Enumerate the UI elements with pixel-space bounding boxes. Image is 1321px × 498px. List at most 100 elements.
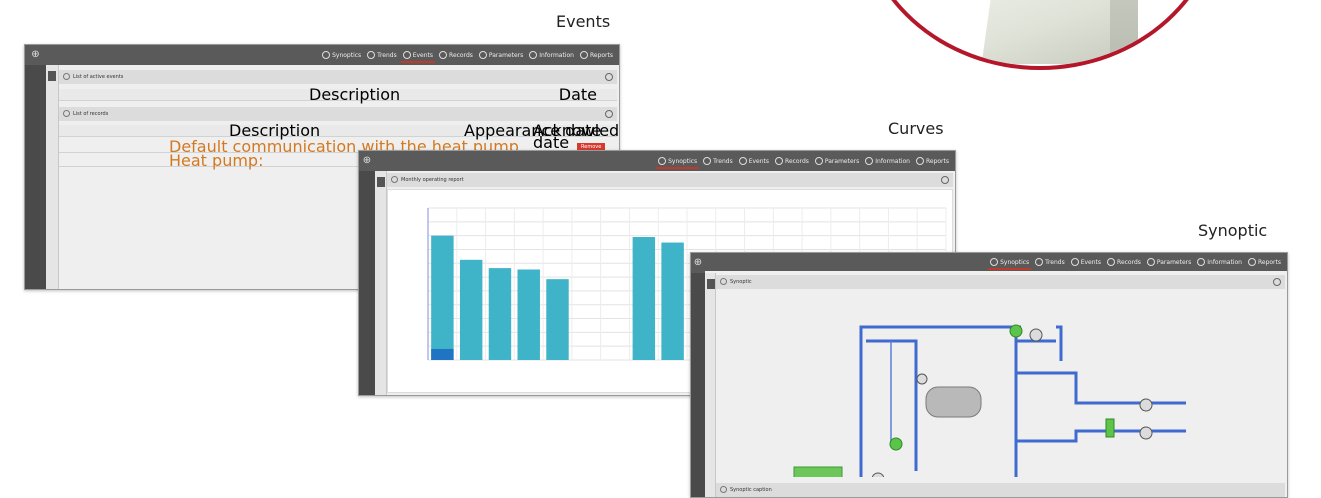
parameters-icon <box>478 51 487 59</box>
pump-icon[interactable] <box>1009 324 1023 338</box>
nav-tabs: Synoptics Trends Events Records Paramete… <box>320 45 615 65</box>
pump-icon[interactable] <box>889 437 903 451</box>
reports-icon <box>1247 258 1256 266</box>
bar[interactable] <box>632 237 656 360</box>
tab-parameters[interactable]: Parameters <box>477 45 525 65</box>
reports-icon <box>579 51 588 59</box>
tab-events[interactable]: Events <box>737 151 771 171</box>
window-left-rail: ⊕ <box>359 151 375 395</box>
tab-label: Trends <box>377 51 397 59</box>
bar-segment[interactable] <box>431 348 454 360</box>
bar[interactable] <box>661 242 684 360</box>
parameters-icon <box>814 157 823 165</box>
synoptics-icon <box>322 51 331 59</box>
tab-trends[interactable]: Trends <box>701 151 735 171</box>
tab-reports[interactable]: Reports <box>1246 253 1283 272</box>
tab-synoptics[interactable]: Synoptics <box>320 45 363 65</box>
report-header: Monthly operating report <box>387 173 953 187</box>
tab-trends[interactable]: Trends <box>365 45 399 65</box>
collapse-icon[interactable] <box>720 278 727 285</box>
product-badge <box>858 0 1222 70</box>
section-title: Synoptic caption <box>730 487 772 493</box>
valve-icon[interactable] <box>1139 398 1153 412</box>
side-toolbar <box>46 65 59 289</box>
section-title: List of records <box>73 111 109 117</box>
bar[interactable] <box>517 269 540 360</box>
records-icon <box>1107 258 1116 266</box>
tab-reports[interactable]: Reports <box>578 45 615 65</box>
tab-trends[interactable]: Trends <box>1033 253 1067 272</box>
heat-exchanger-icon[interactable] <box>1105 418 1115 438</box>
valve-icon[interactable] <box>1139 426 1153 440</box>
valve-icon[interactable] <box>1029 328 1043 342</box>
tab-information[interactable]: Information <box>863 151 912 171</box>
top-nav-bar: Synoptics Trends Events Records Paramete… <box>375 151 955 171</box>
tab-events[interactable]: Events <box>400 45 436 65</box>
chiller-unit[interactable] <box>793 466 843 477</box>
tab-information[interactable]: Information <box>1195 253 1244 272</box>
bar[interactable] <box>459 259 483 360</box>
top-nav-bar: Synoptics Trends Events Records Paramete… <box>46 45 619 65</box>
menu-toggle-icon[interactable]: ⊕ <box>691 253 705 273</box>
tab-records[interactable]: Records <box>1105 253 1143 272</box>
tab-parameters[interactable]: Parameters <box>813 151 861 171</box>
tab-label: Records <box>449 51 473 59</box>
tab-label: Events <box>1080 258 1102 266</box>
tab-synoptics[interactable]: Synoptics <box>988 253 1032 272</box>
info-icon[interactable] <box>1273 278 1281 286</box>
menu-toggle-icon[interactable]: ⊕ <box>359 151 375 171</box>
collapse-icon[interactable] <box>720 486 727 493</box>
section-title: List of active events <box>73 74 124 80</box>
tab-label: Events <box>412 51 434 59</box>
pipe-return <box>1014 327 1018 477</box>
tab-label: Parameters <box>824 157 860 165</box>
user-icon[interactable] <box>48 71 56 81</box>
collapse-icon[interactable] <box>391 176 398 183</box>
tab-records[interactable]: Records <box>437 45 475 65</box>
synoptic-caption-header: Synoptic caption <box>716 483 1285 497</box>
tab-label: Synoptics <box>332 51 362 59</box>
product-cabinet-side <box>1110 0 1138 66</box>
bar[interactable] <box>546 279 569 360</box>
tab-events[interactable]: Events <box>1069 253 1103 272</box>
bar[interactable] <box>488 268 512 360</box>
hydraulic-diagram <box>793 324 1186 477</box>
events-column-header: Description Date <box>59 87 617 103</box>
synoptic-canvas <box>716 291 1285 477</box>
valve-icon[interactable] <box>871 472 885 477</box>
user-icon[interactable] <box>377 177 385 187</box>
menu-toggle-icon[interactable]: ⊕ <box>25 45 46 65</box>
col-description: Description <box>229 121 321 140</box>
records-header: List of records <box>59 107 617 121</box>
side-toolbar <box>705 273 716 497</box>
tab-label: Trends <box>1045 258 1065 266</box>
collapse-icon[interactable] <box>63 110 70 117</box>
tab-reports[interactable]: Reports <box>914 151 951 171</box>
tab-parameters[interactable]: Parameters <box>1145 253 1193 272</box>
info-icon[interactable] <box>605 110 613 118</box>
tab-records[interactable]: Records <box>773 151 811 171</box>
top-nav-bar: Synoptics Trends Events Records Paramete… <box>705 253 1287 271</box>
tab-label: Synoptics <box>1000 258 1030 266</box>
tab-label: Information <box>1207 258 1242 266</box>
events-icon <box>402 51 411 59</box>
valve-icon[interactable] <box>916 373 928 385</box>
collapse-icon[interactable] <box>63 73 70 80</box>
synoptics-icon <box>990 258 999 266</box>
trends-icon <box>367 51 376 59</box>
info-icon[interactable] <box>941 176 949 184</box>
tab-label: Reports <box>925 157 949 165</box>
bar[interactable] <box>431 235 454 360</box>
user-icon[interactable] <box>707 279 715 289</box>
events-caption: Events <box>556 12 611 31</box>
synoptic-header: Synoptic <box>716 275 1285 289</box>
info-icon[interactable] <box>605 73 613 81</box>
tab-label: Synoptics <box>668 157 698 165</box>
tab-label: Reports <box>589 51 613 59</box>
records-icon <box>775 157 784 165</box>
pipe-right-upper <box>1016 371 1186 405</box>
tab-information[interactable]: Information <box>527 45 576 65</box>
tab-synoptics[interactable]: Synoptics <box>656 151 700 171</box>
synoptics-icon <box>658 157 667 165</box>
records-icon <box>439 51 448 59</box>
